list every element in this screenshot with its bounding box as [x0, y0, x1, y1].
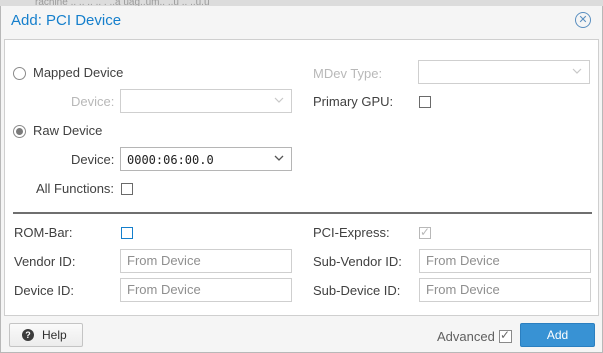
close-icon[interactable]: ✕ — [575, 12, 591, 28]
rom-bar-checkbox[interactable] — [121, 227, 133, 239]
sub-vendor-id-label: Sub-Vendor ID: — [313, 254, 402, 269]
add-pci-device-dialog: Add: PCI Device ✕ Mapped Device Device: … — [0, 0, 603, 353]
device-id-label: Device ID: — [14, 283, 74, 298]
primary-gpu-checkbox[interactable] — [419, 96, 431, 108]
sub-device-id-label: Sub-Device ID: — [313, 283, 401, 298]
device-id-input[interactable]: From Device — [120, 278, 292, 302]
mdev-type-label: MDev Type: — [313, 66, 383, 81]
chevron-down-icon — [274, 155, 284, 161]
dialog-body: Mapped Device Device: MDev Type: Primary… — [4, 39, 599, 316]
mapped-device-field-label: Device: — [71, 94, 115, 109]
vendor-id-label: Vendor ID: — [14, 254, 76, 269]
help-button-label: Help — [42, 328, 67, 342]
mapped-device-radio[interactable] — [13, 67, 26, 80]
mdev-type-select[interactable] — [418, 60, 590, 84]
mapped-device-label[interactable]: Mapped Device — [33, 65, 123, 80]
add-button[interactable]: Add — [520, 323, 595, 347]
raw-device-radio[interactable] — [13, 125, 26, 138]
chevron-down-icon — [274, 97, 284, 103]
dialog-footer: ? Help Advanced ✓ Add — [1, 317, 602, 353]
chevron-down-icon — [572, 68, 582, 74]
raw-device-label[interactable]: Raw Device — [33, 123, 102, 138]
mapped-device-select[interactable] — [120, 89, 292, 113]
checkmark-icon: ✓ — [420, 225, 431, 239]
all-functions-checkbox[interactable] — [121, 183, 133, 195]
dialog-title: Add: PCI Device — [11, 12, 122, 29]
sub-device-id-input[interactable]: From Device — [419, 278, 591, 302]
pci-express-checkbox[interactable]: ✓ — [419, 225, 431, 239]
help-button[interactable]: ? Help — [9, 323, 83, 347]
rom-bar-label: ROM-Bar: — [14, 225, 73, 240]
sub-vendor-id-input[interactable]: From Device — [419, 249, 591, 273]
advanced-label[interactable]: Advanced — [437, 329, 495, 344]
advanced-checkbox[interactable]: ✓ — [499, 328, 512, 343]
pci-express-label: PCI-Express: — [313, 225, 390, 240]
dialog-titlebar[interactable]: Add: PCI Device ✕ — [1, 1, 602, 39]
primary-gpu-label: Primary GPU: — [313, 94, 394, 109]
background-clipped-text: rachine .. .. .. .. . ..a uag..um.. ..u … — [0, 0, 603, 6]
section-divider — [13, 212, 592, 214]
all-functions-label: All Functions: — [36, 181, 115, 196]
raw-device-select[interactable]: 0000:06:00.0 — [120, 147, 292, 171]
raw-device-field-label: Device: — [71, 152, 115, 167]
help-icon: ? — [22, 329, 34, 341]
checkmark-icon: ✓ — [500, 328, 511, 342]
vendor-id-input[interactable]: From Device — [120, 249, 292, 273]
